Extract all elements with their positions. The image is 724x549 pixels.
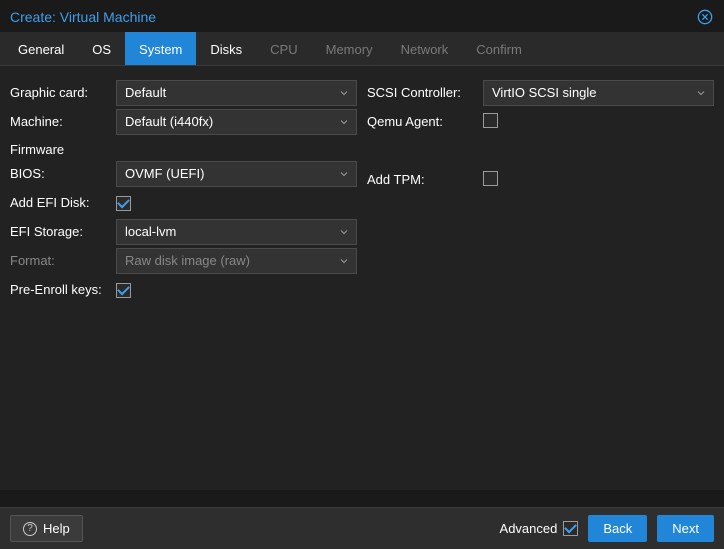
help-icon: ? [23,522,37,536]
chevron-down-icon [338,116,350,128]
tab-disks[interactable]: Disks [196,32,256,65]
footer: ? Help Advanced Back Next [0,507,724,549]
format-value: Raw disk image (raw) [125,253,250,268]
bios-label: BIOS: [10,166,116,181]
help-button[interactable]: ? Help [10,515,83,542]
graphic-card-label: Graphic card: [10,85,116,100]
tab-os[interactable]: OS [78,32,125,65]
form-body: Graphic card: Default Machine: Default (… [0,66,724,490]
chevron-down-icon [338,226,350,238]
close-icon[interactable] [696,8,714,26]
firmware-section-label: Firmware [10,136,357,159]
add-efi-disk-label: Add EFI Disk: [10,195,116,210]
tab-memory: Memory [312,32,387,65]
format-label: Format: [10,253,116,268]
add-tpm-label: Add TPM: [367,172,483,187]
machine-label: Machine: [10,114,116,129]
scsi-controller-value: VirtIO SCSI single [492,85,597,100]
graphic-card-select[interactable]: Default [116,80,357,106]
qemu-agent-label: Qemu Agent: [367,114,483,129]
next-button[interactable]: Next [657,515,714,542]
advanced-toggle[interactable]: Advanced [500,521,579,536]
pre-enroll-keys-label: Pre-Enroll keys: [10,282,116,297]
graphic-card-value: Default [125,85,166,100]
machine-value: Default (i440fx) [125,114,213,129]
efi-storage-select[interactable]: local-lvm [116,219,357,245]
efi-storage-label: EFI Storage: [10,224,116,239]
efi-storage-value: local-lvm [125,224,176,239]
chevron-down-icon [338,87,350,99]
chevron-down-icon [695,87,707,99]
scsi-controller-label: SCSI Controller: [367,85,483,100]
footer-right: Advanced Back Next [500,515,714,542]
tab-cpu: CPU [256,32,311,65]
back-button[interactable]: Back [588,515,647,542]
titlebar: Create: Virtual Machine [0,0,724,32]
chevron-down-icon [338,255,350,267]
format-select: Raw disk image (raw) [116,248,357,274]
machine-select[interactable]: Default (i440fx) [116,109,357,135]
help-button-label: Help [43,521,70,536]
qemu-agent-checkbox[interactable] [483,113,498,128]
tab-confirm: Confirm [462,32,536,65]
window-title: Create: Virtual Machine [10,9,156,25]
right-column: SCSI Controller: VirtIO SCSI single Qemu… [367,78,714,478]
tab-system[interactable]: System [125,32,196,65]
tab-network: Network [387,32,463,65]
left-column: Graphic card: Default Machine: Default (… [10,78,357,478]
tab-general[interactable]: General [4,32,78,65]
add-efi-disk-checkbox[interactable] [116,196,131,211]
bios-value: OVMF (UEFI) [125,166,204,181]
advanced-checkbox[interactable] [563,521,578,536]
scsi-controller-select[interactable]: VirtIO SCSI single [483,80,714,106]
pre-enroll-keys-checkbox[interactable] [116,283,131,298]
add-tpm-checkbox[interactable] [483,171,498,186]
advanced-label: Advanced [500,521,558,536]
bios-select[interactable]: OVMF (UEFI) [116,161,357,187]
tabbar: General OS System Disks CPU Memory Netwo… [0,32,724,66]
chevron-down-icon [338,168,350,180]
